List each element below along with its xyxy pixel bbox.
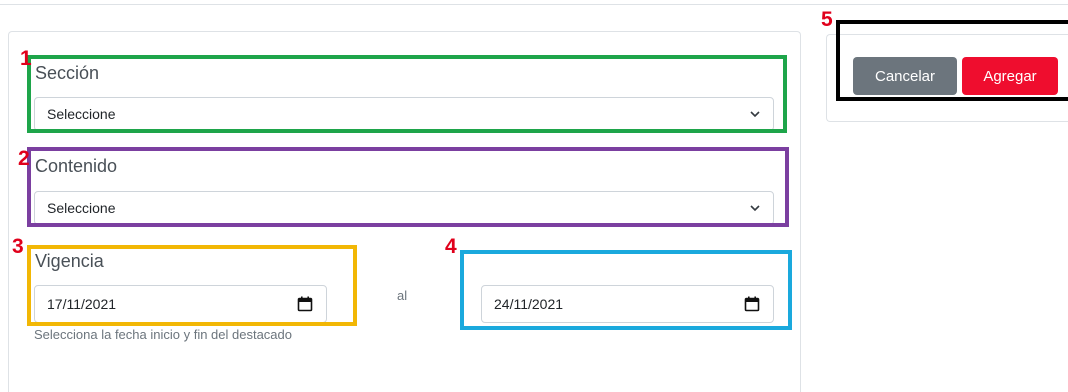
- annotation-box-1: [27, 55, 787, 133]
- top-divider: [0, 4, 1068, 5]
- annotation-number-5: 5: [821, 8, 833, 31]
- date-range-separator: al: [397, 288, 408, 303]
- vigencia-help-text: Selecciona la fecha inicio y fin del des…: [34, 327, 292, 342]
- annotation-box-5: [836, 20, 1068, 101]
- annotation-box-4: [460, 250, 792, 330]
- annotation-box-3: [27, 245, 357, 326]
- annotation-number-3: 3: [12, 235, 24, 258]
- annotation-number-4: 4: [445, 235, 457, 258]
- annotation-box-2: [27, 147, 789, 227]
- annotation-number-2: 2: [18, 147, 30, 170]
- annotation-number-1: 1: [20, 47, 32, 70]
